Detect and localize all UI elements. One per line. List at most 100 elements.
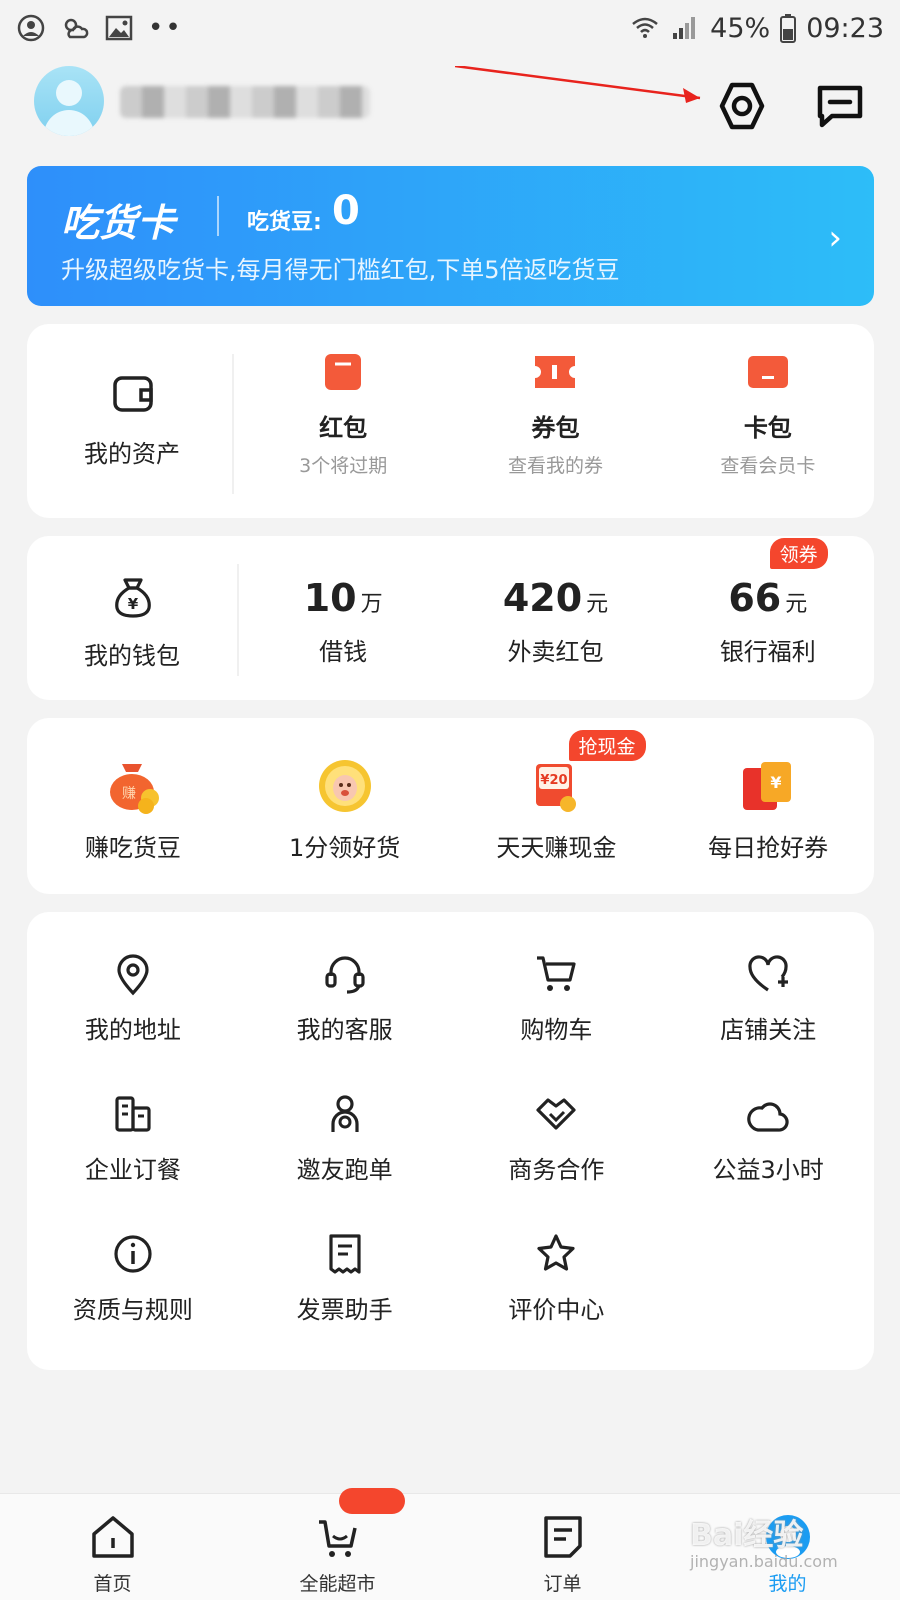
signal-icon — [673, 17, 696, 39]
tab-orders[interactable]: 订单 — [450, 1494, 675, 1600]
wifi-icon — [632, 17, 658, 38]
borrow-unit: 万 — [360, 592, 383, 617]
coupon-envelope-icon: ¥ — [743, 762, 792, 810]
chevron-right-icon: › — [828, 218, 842, 258]
svg-text:¥: ¥ — [771, 773, 782, 792]
daily-coupon-entry[interactable]: ¥ 每日抢好券 — [662, 758, 874, 863]
message-icon[interactable] — [812, 78, 868, 134]
watermark-url: jingyan.baidu.com — [690, 1552, 838, 1571]
clock: 09:23 — [806, 12, 884, 44]
promo-card: 赚 赚吃货豆 1分领好货 抢现金 ¥20 天天赚现金 ¥ 每日抢好券 — [27, 718, 874, 894]
corporate-dining-entry[interactable]: 企业订餐 — [27, 1092, 239, 1185]
delivery-red-packet-entry[interactable]: 420 元 外卖红包 — [449, 576, 661, 667]
headset-icon — [325, 956, 365, 994]
review-center-label: 评价中心 — [508, 1296, 605, 1324]
coupon-icon — [535, 356, 576, 388]
vip-card-banner[interactable]: 吃货卡 吃货豆: 0 升级超级吃货卡,每月得无门槛红包,下单5倍返吃货豆 › — [27, 166, 874, 306]
corporate-dining-label: 企业订餐 — [84, 1156, 181, 1184]
invite-rider-label: 邀友跑单 — [296, 1156, 393, 1184]
rider-icon — [331, 1095, 359, 1132]
svg-text:¥: ¥ — [128, 595, 139, 613]
handshake-icon — [536, 1098, 576, 1130]
watermark-brand: Bai经验 — [690, 1518, 804, 1553]
grab-cash-badge: 抢现金 — [568, 730, 646, 761]
building-icon — [115, 1096, 151, 1132]
wallet-card: ¥ 我的钱包 10 万 借钱 420 元 外卖红包 领券 66 元 银行福利 — [27, 536, 874, 700]
location-pin-icon — [117, 954, 149, 996]
bean-bag-icon: 赚 — [109, 764, 159, 814]
bank-benefit-amount: 66 — [728, 576, 782, 620]
svg-text:赚: 赚 — [122, 786, 136, 802]
invoice-assistant-label: 发票助手 — [296, 1296, 393, 1324]
bank-benefit-entry[interactable]: 领券 66 元 银行福利 — [662, 538, 874, 667]
tab-home[interactable]: 首页 — [0, 1494, 225, 1600]
borrow-amount: 10 — [303, 576, 357, 620]
invite-rider-entry[interactable]: 邀友跑单 — [239, 1092, 451, 1185]
divider — [232, 354, 234, 494]
home-icon — [91, 1516, 134, 1558]
earn-beans-entry[interactable]: 赚 赚吃货豆 — [27, 758, 239, 863]
bean-value: 0 — [332, 188, 360, 234]
bank-benefit-label: 银行福利 — [719, 638, 816, 666]
vip-card-title: 吃货卡 — [61, 201, 176, 245]
avatar[interactable] — [34, 66, 104, 136]
cash-coupon-value: ¥20 — [541, 773, 568, 788]
red-packet-icon — [325, 354, 362, 390]
cloud-heart-icon — [747, 1102, 789, 1132]
bean-label: 吃货豆: — [247, 210, 322, 235]
assets-card: 我的资产 红包 3个将过期 券包 查看我的券 卡包 查看会员卡 — [27, 324, 874, 518]
customer-service-label: 我的客服 — [296, 1016, 393, 1044]
username-blurred[interactable] — [120, 86, 370, 118]
daily-cash-entry[interactable]: 抢现金 ¥20 天天赚现金 — [451, 730, 663, 863]
invoice-icon — [329, 1234, 361, 1274]
weather-icon — [64, 18, 89, 39]
charity-label: 公益3小时 — [712, 1156, 824, 1184]
annotation-arrow — [455, 66, 701, 103]
vip-divider — [217, 196, 219, 236]
more-notifications-icon: •• — [148, 13, 183, 43]
red-packet-entry[interactable]: 红包 3个将过期 — [237, 352, 449, 478]
tab-supermarket[interactable]: 全能超市 — [225, 1488, 450, 1600]
my-assets-entry[interactable]: 我的资产 — [27, 324, 237, 518]
settings-icon[interactable] — [714, 78, 770, 134]
heart-plus-icon — [748, 955, 789, 992]
tab-mine-label: 我的 — [768, 1573, 807, 1595]
tab-supermarket-label: 全能超市 — [299, 1573, 376, 1595]
my-address-entry[interactable]: 我的地址 — [27, 952, 239, 1045]
star-icon — [537, 1234, 575, 1271]
followed-shops-entry[interactable]: 店铺关注 — [662, 952, 874, 1045]
get-coupon-badge: 领券 — [769, 538, 828, 569]
earn-beans-label: 赚吃货豆 — [84, 834, 181, 862]
basket-icon — [318, 1520, 357, 1557]
red-packet-sub: 3个将过期 — [299, 455, 388, 477]
my-wallet-entry[interactable]: ¥ 我的钱包 — [27, 536, 237, 700]
card-wallet-sub: 查看会员卡 — [720, 455, 816, 477]
profile-header — [0, 56, 900, 166]
mascot-coin-icon — [318, 760, 371, 812]
red-packet-title: 红包 — [319, 414, 368, 442]
qualification-rules-entry[interactable]: 资质与规则 — [27, 1232, 239, 1325]
daily-cash-label: 天天赚现金 — [496, 834, 617, 862]
coupon-wallet-title: 券包 — [531, 414, 580, 442]
charity-entry[interactable]: 公益3小时 — [662, 1092, 874, 1185]
gallery-icon — [105, 15, 133, 41]
invoice-assistant-entry[interactable]: 发票助手 — [239, 1232, 451, 1325]
one-cent-goods-label: 1分领好货 — [288, 834, 401, 862]
shopping-cart-entry[interactable]: 购物车 — [451, 952, 663, 1045]
delivery-red-packet-label: 外卖红包 — [507, 638, 604, 666]
vip-card-description: 升级超级吃货卡,每月得无门槛红包,下单5倍返吃货豆 — [61, 256, 620, 284]
borrow-entry[interactable]: 10 万 借钱 — [237, 576, 449, 667]
card-wallet-entry[interactable]: 卡包 查看会员卡 — [662, 352, 874, 478]
account-icon — [17, 14, 45, 42]
shopping-cart-label: 购物车 — [520, 1016, 593, 1044]
coupon-wallet-entry[interactable]: 券包 查看我的券 — [449, 352, 661, 478]
business-cooperation-entry[interactable]: 商务合作 — [451, 1092, 663, 1185]
my-assets-label: 我的资产 — [84, 440, 180, 468]
my-address-label: 我的地址 — [84, 1016, 181, 1044]
bank-benefit-unit: 元 — [785, 592, 808, 617]
one-cent-goods-entry[interactable]: 1分领好货 — [239, 758, 451, 863]
tab-orders-label: 订单 — [543, 1573, 582, 1595]
customer-service-entry[interactable]: 我的客服 — [239, 952, 451, 1045]
empty-slot — [662, 1232, 874, 1325]
review-center-entry[interactable]: 评价中心 — [451, 1232, 663, 1325]
